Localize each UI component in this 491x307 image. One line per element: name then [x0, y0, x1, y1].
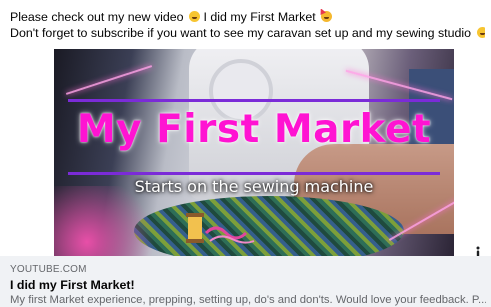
divider-bar-bottom — [68, 172, 440, 175]
link-domain: YOUTUBE.COM — [10, 264, 87, 275]
video-thumbnail[interactable]: My First Market Starts on the sewing mac… — [54, 49, 454, 256]
partying-emoji-icon — [321, 11, 333, 22]
post-text-line-1: Please check out my new video I did my F… — [10, 9, 485, 25]
divider-bar-top — [68, 99, 440, 102]
spool-logo-icon — [186, 213, 255, 244]
grinning-emoji-icon — [476, 27, 485, 38]
grinning-emoji-icon — [189, 11, 201, 22]
link-preview-card[interactable]: YOUTUBE.COM I did my First Market! My fi… — [0, 256, 491, 307]
thumbnail-subtitle: Starts on the sewing machine — [134, 177, 374, 196]
post-text: Please check out my new video I did my F… — [10, 9, 485, 41]
thumbnail-title: My First Market — [76, 107, 432, 152]
link-title[interactable]: I did my First Market! — [10, 278, 135, 292]
post-text-line-2: Don't forget to subscribe if you want to… — [10, 25, 485, 41]
link-description: My first Market experience, prepping, se… — [10, 294, 486, 306]
